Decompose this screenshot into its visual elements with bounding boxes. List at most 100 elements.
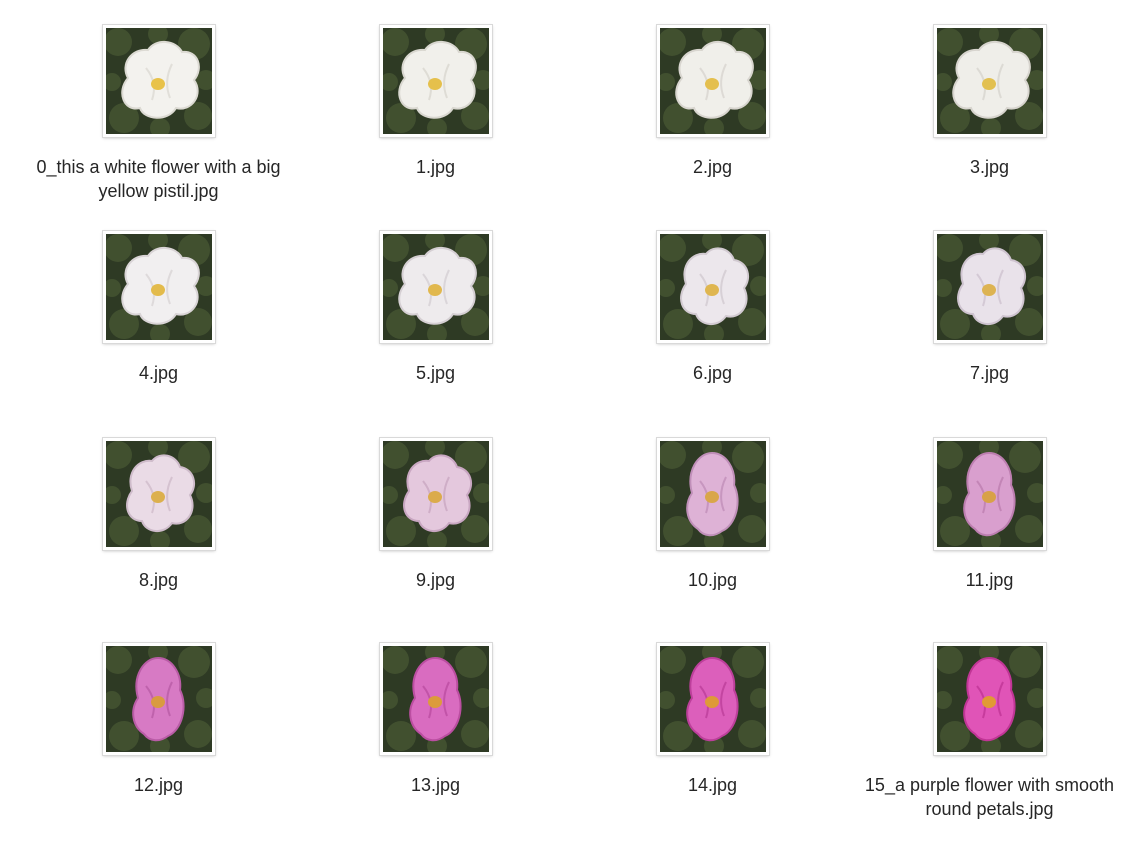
foliage-blob [108, 721, 139, 751]
foliage-blob [662, 309, 693, 339]
flower-pistil [981, 696, 996, 708]
file-name-label[interactable]: 6.jpg [583, 361, 843, 385]
flower-pistil [150, 696, 165, 708]
foliage-blob [1014, 515, 1043, 543]
file-item[interactable]: 9.jpg [297, 438, 574, 592]
flower-photo-icon[interactable] [102, 25, 215, 137]
flower-photo-icon[interactable] [656, 438, 769, 550]
flower-pistil [981, 491, 996, 503]
flower-pistil [427, 78, 442, 90]
flower-pistil [150, 78, 165, 90]
thumbnail-image [659, 234, 766, 340]
file-name-label[interactable]: 9.jpg [306, 568, 566, 592]
flower-photo-icon[interactable] [933, 438, 1046, 550]
file-item[interactable]: 8.jpg [20, 438, 297, 592]
flower-pistil [981, 284, 996, 296]
file-name-label[interactable]: 13.jpg [306, 773, 566, 797]
thumbnail-image [659, 646, 766, 752]
thumbnail-image [659, 441, 766, 547]
flower-photo-icon[interactable] [379, 231, 492, 343]
file-item[interactable]: 1.jpg [297, 25, 574, 179]
foliage-blob [108, 516, 139, 546]
foliage-blob [1014, 720, 1043, 748]
file-item[interactable]: 13.jpg [297, 643, 574, 797]
flower-photo-icon[interactable] [656, 231, 769, 343]
thumbnail-image [105, 28, 212, 134]
thumbnail-image [936, 234, 1043, 340]
file-item[interactable]: 7.jpg [851, 231, 1128, 385]
thumbnail-image [382, 234, 489, 340]
file-name-label[interactable]: 10.jpg [583, 568, 843, 592]
foliage-blob [737, 720, 766, 748]
flower-photo-icon[interactable] [933, 25, 1046, 137]
file-name-label[interactable]: 7.jpg [860, 361, 1120, 385]
flower-photo-icon[interactable] [656, 25, 769, 137]
thumbnail-image [105, 646, 212, 752]
flower-photo-icon[interactable] [656, 643, 769, 755]
foliage-blob [939, 309, 970, 339]
file-name-label[interactable]: 12.jpg [29, 773, 289, 797]
file-name-label[interactable]: 1.jpg [306, 155, 566, 179]
flower-photo-icon[interactable] [379, 643, 492, 755]
foliage-blob [662, 516, 693, 546]
foliage-blob [737, 515, 766, 543]
foliage-blob [939, 721, 970, 751]
flower-photo-icon[interactable] [933, 643, 1046, 755]
thumbnail-image [936, 28, 1043, 134]
thumbnail-image [382, 646, 489, 752]
flower-photo-icon[interactable] [102, 643, 215, 755]
foliage-blob [731, 646, 764, 678]
flower-pistil [704, 491, 719, 503]
thumbnail-image [936, 441, 1043, 547]
thumbnail-image [936, 646, 1043, 752]
flower-pistil [427, 491, 442, 503]
file-item[interactable]: 10.jpg [574, 438, 851, 592]
file-name-label[interactable]: 15_a purple flower with smooth round pet… [860, 773, 1120, 821]
flower-photo-icon[interactable] [379, 438, 492, 550]
foliage-blob [1008, 646, 1041, 678]
flower-photo-icon[interactable] [379, 25, 492, 137]
file-item[interactable]: 2.jpg [574, 25, 851, 179]
foliage-blob [385, 721, 416, 751]
foliage-blob [1008, 441, 1041, 473]
file-name-label[interactable]: 2.jpg [583, 155, 843, 179]
file-item[interactable]: 14.jpg [574, 643, 851, 797]
flower-photo-icon[interactable] [102, 438, 215, 550]
file-item[interactable]: 3.jpg [851, 25, 1128, 179]
thumbnail-image [659, 28, 766, 134]
foliage-blob [460, 720, 489, 748]
flower-pistil [704, 284, 719, 296]
flower-pistil [981, 78, 996, 90]
thumbnail-image [382, 28, 489, 134]
file-item[interactable]: 11.jpg [851, 438, 1128, 592]
file-name-label[interactable]: 0_this a white flower with a big yellow … [29, 155, 289, 203]
file-name-label[interactable]: 11.jpg [860, 568, 1120, 592]
flower-photo-icon[interactable] [933, 231, 1046, 343]
foliage-blob [177, 646, 210, 678]
file-item[interactable]: 15_a purple flower with smooth round pet… [851, 643, 1128, 821]
foliage-blob [454, 646, 487, 678]
file-name-label[interactable]: 3.jpg [860, 155, 1120, 179]
foliage-blob [731, 441, 764, 473]
file-name-label[interactable]: 8.jpg [29, 568, 289, 592]
foliage-blob [183, 720, 212, 748]
flower-pistil [150, 491, 165, 503]
file-item[interactable]: 4.jpg [20, 231, 297, 385]
file-item[interactable]: 5.jpg [297, 231, 574, 385]
flower-photo-icon[interactable] [102, 231, 215, 343]
foliage-blob [385, 516, 416, 546]
flower-pistil [150, 284, 165, 296]
file-item[interactable]: 0_this a white flower with a big yellow … [20, 25, 297, 203]
flower-pistil [704, 78, 719, 90]
file-grid: 0_this a white flower with a big yellow … [0, 0, 1144, 850]
flower-pistil [427, 284, 442, 296]
thumbnail-image [105, 234, 212, 340]
file-name-label[interactable]: 4.jpg [29, 361, 289, 385]
flower-pistil [427, 696, 442, 708]
flower-pistil [704, 696, 719, 708]
file-name-label[interactable]: 14.jpg [583, 773, 843, 797]
file-name-label[interactable]: 5.jpg [306, 361, 566, 385]
file-item[interactable]: 12.jpg [20, 643, 297, 797]
file-item[interactable]: 6.jpg [574, 231, 851, 385]
foliage-blob [662, 721, 693, 751]
